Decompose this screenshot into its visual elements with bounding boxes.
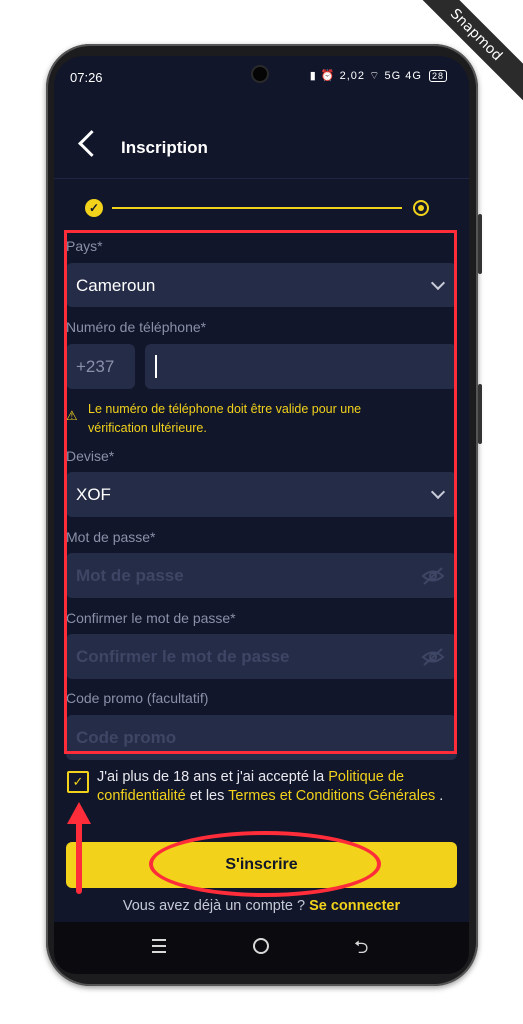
battery-icon: 28 [428,70,447,82]
terms-checkbox[interactable]: ✓ [67,771,89,793]
system-nav-bar: ⮌ [54,922,469,974]
data-speed: 2,02 [339,70,366,82]
home-icon[interactable] [253,938,269,954]
wifi-icon: ⌔ [369,70,381,82]
login-prompt-text: Vous avez déjà un compte ? [122,898,310,914]
vibrate-icon: ▮ [309,70,317,82]
terms-text-3: . [435,788,444,804]
header-divider [54,178,469,179]
stepper-line [112,207,402,209]
status-icons: ▮ ⏰ 2,02 ⌔ 5G 4G 28 [310,69,447,83]
step-2-current-icon [413,200,429,216]
terms-text: J'ai plus de 18 ans et j'ai accepté la P… [97,768,447,806]
annotation-arrow-head [67,802,91,824]
back-arrow-icon[interactable] [78,130,105,157]
status-time: 07:26 [70,70,103,85]
annotation-highlight-box [64,230,457,754]
recents-icon[interactable] [152,939,166,953]
network-5g: 5G [384,70,402,82]
terms-conditions-link[interactable]: Termes et Conditions Générales [228,788,435,804]
volume-button [478,214,482,274]
annotation-ellipse [149,831,381,897]
status-bar: 07:26 ▮ ⏰ 2,02 ⌔ 5G 4G 28 [54,56,469,98]
login-prompt: Vous avez déjà un compte ? Se connecter [54,898,469,914]
alarm-icon: ⏰ [320,70,336,82]
app-screen: 07:26 ▮ ⏰ 2,02 ⌔ 5G 4G 28 Inscription ✓ … [54,56,469,974]
app-header: Inscription [54,118,469,178]
network-4g: 4G [405,70,422,82]
terms-text-1: J'ai plus de 18 ans et j'ai accepté la [97,769,329,785]
terms-text-2: et les [185,788,229,804]
front-camera [253,67,267,81]
step-1-check-icon: ✓ [85,199,103,217]
page-title: Inscription [121,138,208,157]
power-button [478,384,482,444]
login-link[interactable]: Se connecter [309,898,400,914]
back-icon[interactable]: ⮌ [354,935,368,965]
annotation-arrow [76,816,82,894]
